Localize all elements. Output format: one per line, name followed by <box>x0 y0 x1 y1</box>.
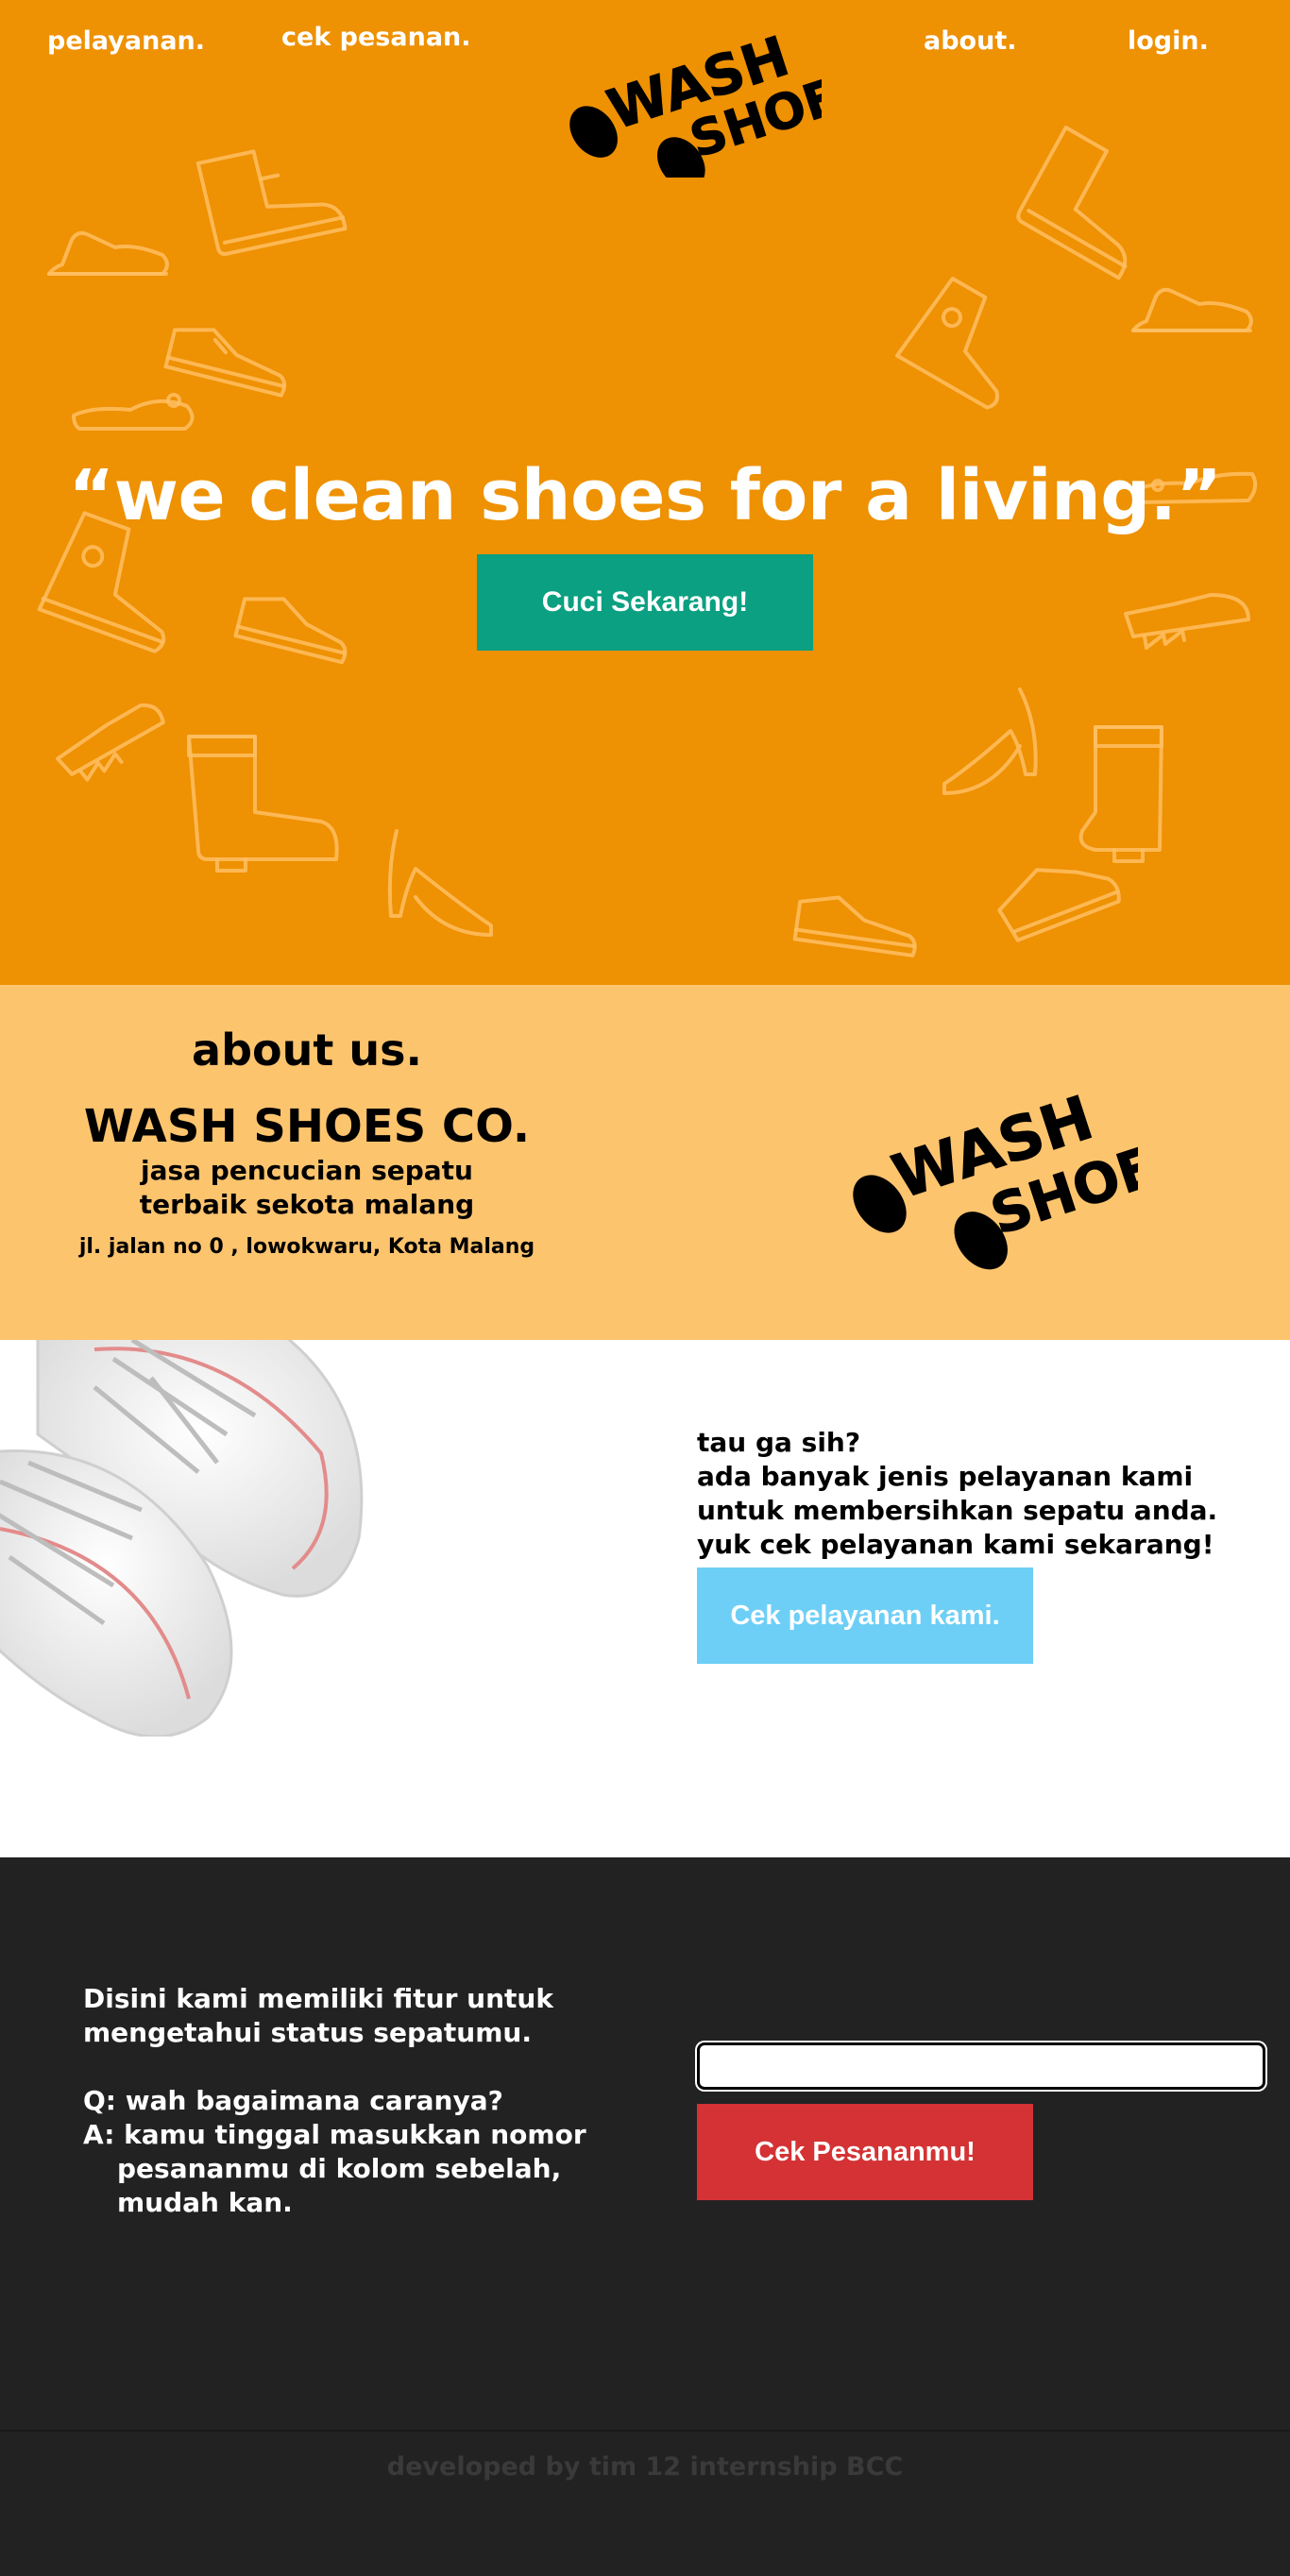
sneaker-doodle-icon <box>233 597 348 665</box>
footer: developed by tim 12 internship BCC <box>0 2430 1290 2576</box>
about-description-line: terbaik sekota malang <box>139 1189 475 1220</box>
nav-cek-pesanan-link[interactable]: cek pesanan. <box>281 23 471 52</box>
white-sneakers-image <box>0 1340 364 1737</box>
company-address: jl. jalan no 0 , lowokwaru, Kota Malang <box>78 1235 535 1259</box>
rain-boot-doodle-icon <box>1078 725 1163 863</box>
order-info-text: Disini kami memiliki fitur untuk <box>83 1983 553 2014</box>
services-text-line: tau ga sih? <box>697 1427 861 1458</box>
order-info-text: mengetahui status sepatumu. <box>83 2017 532 2048</box>
nav-pelayanan-link[interactable]: pelayanan. <box>47 26 205 56</box>
sneaker-doodle-icon <box>792 895 917 958</box>
high-heel-doodle-icon <box>942 687 1038 795</box>
rain-boot-doodle-icon <box>187 735 339 873</box>
services-text-line: yuk cek pelayanan kami sekarang! <box>697 1529 1214 1560</box>
services-text-line: untuk membersihkan sepatu anda. <box>697 1495 1218 1526</box>
about-heading: about us. <box>192 1025 422 1076</box>
cek-pesanan-button[interactable]: Cek Pesananmu! <box>697 2104 1033 2200</box>
high-heel-doodle-icon <box>387 829 493 937</box>
boot-doodle-icon <box>997 868 1121 942</box>
about-section: about us. WASH SHOES CO. jasa pencucian … <box>0 985 1290 1340</box>
order-question-text: Q: wah bagaimana caranya? <box>83 2085 503 2116</box>
boot-doodle-icon <box>1016 126 1128 280</box>
hero-tagline: “we clean shoes for a living.” <box>68 455 1222 536</box>
cek-pelayanan-button[interactable]: Cek pelayanan kami. <box>697 1568 1033 1664</box>
cleat-doodle-icon <box>1124 593 1250 650</box>
wash-shoes-logo: WASH SHOES <box>853 1083 1138 1270</box>
converse-doodle-icon <box>895 277 1000 410</box>
cleat-doodle-icon <box>56 703 165 782</box>
order-answer-text: mudah kan. <box>117 2187 293 2218</box>
about-description-line: jasa pencucian sepatu <box>141 1155 473 1186</box>
nav-about-link[interactable]: about. <box>924 26 1016 56</box>
company-name: WASH SHOES CO. <box>83 1100 531 1153</box>
slipper-doodle-icon <box>47 230 169 276</box>
order-answer-text: A: kamu tinggal masukkan nomor <box>83 2119 586 2150</box>
sneaker-doodle-icon <box>163 328 287 398</box>
slipper-doodle-icon <box>1131 287 1253 332</box>
flat-shoe-doodle-icon <box>72 393 195 431</box>
cuci-sekarang-button[interactable]: Cuci Sekarang! <box>477 554 813 651</box>
hero-section: pelayanan. cek pesanan. about. login. WA… <box>0 0 1290 985</box>
services-text-line: ada banyak jenis pelayanan kami <box>697 1461 1194 1492</box>
order-status-section: Disini kami memiliki fitur untuk mengeta… <box>0 1857 1290 2430</box>
boot-doodle-icon <box>195 149 348 256</box>
order-number-input[interactable] <box>697 2042 1265 2090</box>
order-answer-text: pesananmu di kolom sebelah, <box>117 2153 562 2184</box>
services-section: tau ga sih? ada banyak jenis pelayanan k… <box>0 1340 1290 1857</box>
nav-login-link[interactable]: login. <box>1128 26 1209 56</box>
footer-credit-text: developed by tim 12 internship BCC <box>386 2452 904 2482</box>
wash-shoes-logo[interactable]: WASH SHOES <box>548 17 822 178</box>
